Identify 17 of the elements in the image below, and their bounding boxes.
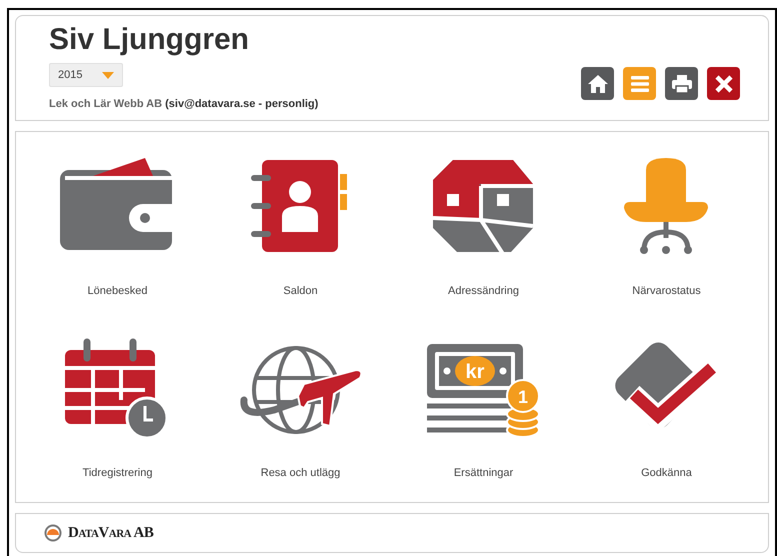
menu-tile[interactable]: Godkänna	[575, 332, 758, 504]
home-button[interactable]	[581, 67, 614, 100]
close-button[interactable]	[707, 67, 740, 100]
logo-icon	[44, 524, 62, 542]
menu-tile[interactable]: Lönebesked	[26, 150, 209, 322]
menu-tile[interactable]: Tidregistrering	[26, 332, 209, 504]
menu-tile[interactable]: Adressändring	[392, 150, 575, 322]
menu-tile[interactable]: kr 1 Ersättningar	[392, 332, 575, 504]
menu-tile[interactable]: Närvarostatus	[575, 150, 758, 322]
menu-tile[interactable]: Resa och utlägg	[209, 332, 392, 504]
account-info: Lek och Lär Webb AB (siv@datavara.se - personlig)	[49, 97, 318, 112]
year-dropdown[interactable]: 2015	[49, 63, 123, 87]
company-logo-text: DataVara AB	[68, 524, 154, 543]
user-name-title: Siv Ljunggren	[49, 22, 250, 58]
print-button[interactable]	[665, 67, 698, 100]
caret-icon	[102, 72, 114, 78]
menu-tile[interactable]: Saldon	[209, 150, 392, 322]
